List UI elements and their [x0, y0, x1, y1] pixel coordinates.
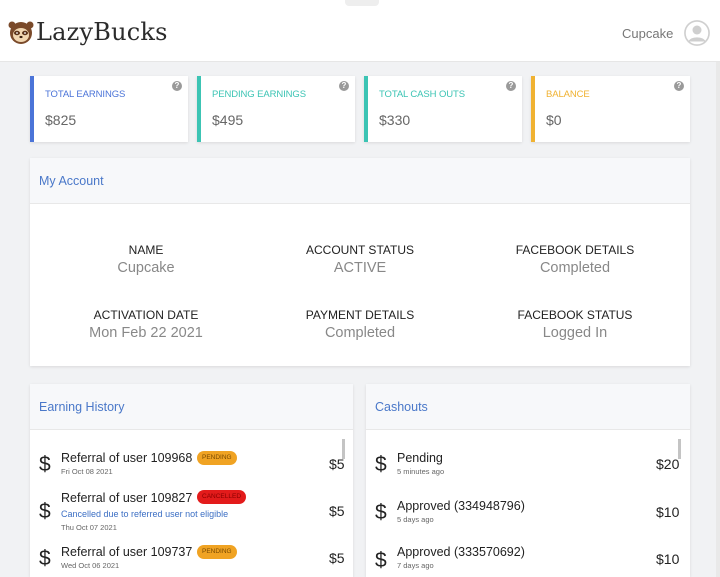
top-bar: LazyBucks Cupcake [0, 0, 720, 62]
earning-history-panel: Earning History $ Referral of user 10996… [30, 384, 353, 577]
status-badge: PENDING [197, 451, 237, 465]
earning-amount: $5 [329, 456, 345, 472]
info-account-status: ACCOUNT STATUS ACTIVE [260, 243, 460, 276]
cashout-amount: $10 [656, 504, 680, 520]
info-value: Completed [539, 260, 611, 276]
cashout-date: 7 days ago [397, 561, 434, 570]
stat-value: $330 [379, 112, 411, 128]
stat-pending-earnings: PENDING EARNINGS $495 ? [197, 76, 355, 142]
stat-label: TOTAL CASH OUTS [379, 89, 465, 100]
earning-note: Cancelled due to referred user not eligi… [61, 509, 229, 519]
stat-total-earnings: TOTAL EARNINGS $825 ? [30, 76, 188, 142]
info-key: ACTIVATION DATE [93, 308, 199, 322]
info-value: Cupcake [117, 260, 175, 276]
user-name[interactable]: Cupcake [622, 26, 673, 41]
list-item[interactable]: $ Pending 5 minutes ago $20 [366, 446, 690, 486]
dollar-icon: $ [39, 500, 51, 523]
info-value: Mon Feb 22 2021 [89, 325, 203, 341]
user-avatar-icon [684, 20, 710, 46]
accent-bar [30, 76, 34, 142]
cashout-date: 5 minutes ago [397, 467, 445, 476]
accent-bar [197, 76, 201, 142]
dollar-icon: $ [375, 501, 387, 524]
cashout-title: Approved (334948796) [397, 499, 525, 513]
earning-title: Referral of user 109968 [61, 451, 193, 465]
cashout-title: Pending [397, 451, 443, 465]
accent-bar [364, 76, 368, 142]
accent-bar [531, 76, 535, 142]
list-item[interactable]: $ Referral of user 109827 CANCELLED Canc… [30, 486, 353, 536]
earning-date: Fri Oct 08 2021 [61, 467, 113, 476]
info-key: PAYMENT DETAILS [305, 308, 415, 322]
info-key: FACEBOOK STATUS [517, 308, 633, 322]
help-icon[interactable]: ? [339, 81, 349, 91]
my-account-panel: My Account NAME Cupcake ACCOUNT STATUS A… [30, 158, 690, 366]
info-key: NAME [128, 243, 164, 257]
logo[interactable]: LazyBucks [8, 18, 168, 46]
stat-label: BALANCE [546, 89, 590, 100]
earning-title: Referral of user 109737 [61, 545, 193, 559]
help-icon[interactable]: ? [506, 81, 516, 91]
info-facebook-details: FACEBOOK DETAILS Completed [475, 243, 675, 276]
cashout-amount: $20 [656, 456, 680, 472]
info-name: NAME Cupcake [46, 243, 246, 276]
stat-value: $0 [546, 112, 562, 128]
cashout-date: 5 days ago [397, 515, 434, 524]
earning-date: Thu Oct 07 2021 [61, 523, 117, 532]
earning-date: Wed Oct 06 2021 [61, 561, 120, 570]
stat-balance: BALANCE $0 ? [531, 76, 690, 142]
panel-title: My Account [30, 158, 690, 204]
stat-value: $825 [45, 112, 77, 128]
info-value: ACTIVE [333, 260, 387, 276]
list-item[interactable]: $ Approved (333570692) 7 days ago $10 [366, 542, 690, 577]
info-key: FACEBOOK DETAILS [515, 243, 635, 257]
help-icon[interactable]: ? [674, 81, 684, 91]
dollar-icon: $ [375, 549, 387, 572]
panel-title: Cashouts [366, 384, 690, 430]
cashout-title: Approved (333570692) [397, 545, 525, 559]
stat-value: $495 [212, 112, 244, 128]
dollar-icon: $ [375, 453, 387, 476]
avatar[interactable] [684, 20, 710, 46]
stat-label: PENDING EARNINGS [212, 89, 306, 100]
info-value: Completed [324, 325, 396, 341]
status-badge: PENDING [197, 545, 237, 559]
list-item[interactable]: $ Approved (334948796) 5 days ago $10 [366, 494, 690, 534]
cashouts-panel: Cashouts $ Pending 5 minutes ago $20 $ A… [366, 384, 690, 577]
info-activation-date: ACTIVATION DATE Mon Feb 22 2021 [46, 308, 246, 341]
info-facebook-status: FACEBOOK STATUS Logged In [475, 308, 675, 341]
panel-title: Earning History [30, 384, 353, 430]
list-item[interactable]: $ Referral of user 109968 PENDING Fri Oc… [30, 446, 353, 486]
list-item[interactable]: $ Referral of user 109737 PENDING Wed Oc… [30, 542, 353, 577]
cashout-amount: $10 [656, 551, 680, 567]
sloth-logo-icon [8, 21, 34, 44]
stat-label: TOTAL EARNINGS [45, 89, 126, 100]
stat-total-cash-outs: TOTAL CASH OUTS $330 ? [364, 76, 522, 142]
help-icon[interactable]: ? [172, 81, 182, 91]
earning-amount: $5 [329, 550, 345, 566]
info-payment-details: PAYMENT DETAILS Completed [260, 308, 460, 341]
drag-handle[interactable] [345, 0, 379, 6]
page-scrollbar[interactable] [716, 62, 720, 577]
info-value: Logged In [542, 325, 608, 341]
earning-amount: $5 [329, 503, 345, 519]
info-key: ACCOUNT STATUS [305, 243, 414, 257]
dollar-icon: $ [39, 547, 51, 570]
brand-name: LazyBucks [36, 18, 168, 46]
status-badge: CANCELLED [197, 490, 247, 504]
earning-title: Referral of user 109827 [61, 491, 193, 505]
dollar-icon: $ [39, 453, 51, 476]
